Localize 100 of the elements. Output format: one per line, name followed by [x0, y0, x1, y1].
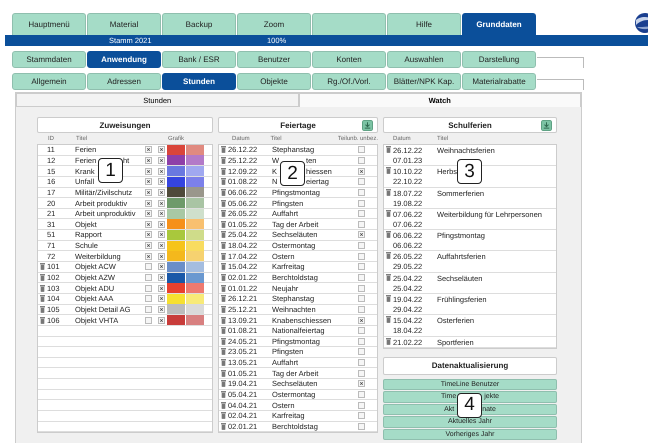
checkbox[interactable] [158, 178, 165, 186]
tab[interactable]: Stammdaten [12, 51, 86, 68]
checkbox[interactable] [145, 242, 152, 250]
checkbox[interactable] [358, 412, 365, 420]
trash-icon[interactable] [221, 391, 226, 398]
trash-icon[interactable] [386, 146, 391, 153]
checkbox[interactable] [145, 316, 152, 324]
checkbox[interactable] [158, 220, 165, 228]
checkbox[interactable] [145, 306, 152, 313]
checkbox[interactable] [358, 359, 365, 366]
trash-icon[interactable] [221, 295, 226, 302]
tab[interactable]: Objekte [237, 73, 311, 90]
tab[interactable]: Material [87, 13, 161, 35]
tab[interactable]: Materialrabatte [462, 73, 536, 90]
trash-icon[interactable] [40, 316, 45, 324]
checkbox[interactable] [145, 231, 152, 238]
trash-icon[interactable] [221, 200, 226, 207]
checkbox[interactable] [358, 306, 365, 313]
checkbox[interactable] [358, 168, 365, 175]
trash-icon[interactable] [221, 263, 226, 270]
checkbox[interactable] [358, 274, 365, 281]
checkbox[interactable] [145, 274, 152, 281]
checkbox[interactable] [358, 370, 365, 377]
checkbox[interactable] [358, 295, 365, 302]
tab[interactable]: Blätter/NPK Kap. [387, 73, 461, 90]
checkbox[interactable] [358, 263, 365, 270]
trash-icon[interactable] [221, 168, 226, 175]
trash-icon[interactable] [221, 327, 226, 334]
checkbox[interactable] [158, 242, 165, 250]
tab[interactable]: Darstellung [462, 51, 536, 68]
checkbox[interactable] [158, 316, 165, 324]
download-icon[interactable] [362, 120, 373, 131]
trash-icon[interactable] [386, 252, 391, 260]
tab[interactable]: Stunden [162, 73, 236, 90]
trash-icon[interactable] [221, 348, 226, 356]
trash-icon[interactable] [221, 412, 226, 420]
trash-icon[interactable] [221, 380, 226, 388]
checkbox[interactable] [145, 178, 152, 186]
trash-icon[interactable] [386, 274, 391, 281]
trash-icon[interactable] [221, 338, 226, 345]
checkbox[interactable] [145, 168, 152, 175]
tab[interactable]: Hilfe [387, 13, 461, 35]
checkbox[interactable] [145, 146, 152, 154]
checkbox[interactable] [358, 284, 365, 292]
trash-icon[interactable] [221, 316, 226, 324]
tab[interactable]: Konten [312, 51, 386, 68]
trash-icon[interactable] [221, 242, 226, 250]
checkbox[interactable] [158, 210, 165, 218]
tab[interactable]: Zoom [237, 13, 311, 35]
checkbox[interactable] [358, 146, 365, 154]
trash-icon[interactable] [221, 220, 226, 228]
trash-icon[interactable] [40, 306, 45, 313]
trash-icon[interactable] [386, 188, 391, 196]
trash-icon[interactable] [386, 210, 391, 217]
trash-icon[interactable] [221, 306, 226, 313]
trash-icon[interactable] [221, 284, 226, 292]
checkbox[interactable] [158, 263, 165, 270]
checkbox[interactable] [145, 284, 152, 292]
tab[interactable]: Anwendung [87, 51, 161, 68]
trash-icon[interactable] [386, 338, 391, 345]
checkbox[interactable] [145, 263, 152, 270]
checkbox[interactable] [358, 252, 365, 260]
trash-icon[interactable] [40, 295, 45, 302]
checkbox[interactable] [358, 156, 365, 164]
trash-icon[interactable] [221, 210, 226, 218]
trash-icon[interactable] [221, 252, 226, 260]
checkbox[interactable] [158, 156, 165, 164]
checkbox[interactable] [145, 210, 152, 218]
checkbox[interactable] [158, 306, 165, 313]
checkbox[interactable] [358, 391, 365, 398]
trash-icon[interactable] [386, 295, 391, 302]
checkbox[interactable] [358, 348, 365, 356]
tab[interactable]: Rg./Of./Vorl. [312, 73, 386, 90]
trash-icon[interactable] [221, 178, 226, 186]
tab[interactable]: Allgemein [12, 73, 86, 90]
checkbox[interactable] [358, 178, 365, 186]
checkbox[interactable] [158, 146, 165, 154]
trash-icon[interactable] [221, 274, 226, 281]
checkbox[interactable] [145, 295, 152, 302]
tab[interactable]: Auswahlen [387, 51, 461, 68]
trash-icon[interactable] [221, 422, 226, 430]
checkbox[interactable] [158, 252, 165, 260]
checkbox[interactable] [145, 252, 152, 260]
trash-icon[interactable] [221, 146, 226, 154]
tab[interactable]: Bank / ESR [162, 51, 236, 68]
checkbox[interactable] [145, 220, 152, 228]
checkbox[interactable] [158, 295, 165, 302]
checkbox[interactable] [158, 231, 165, 238]
trash-icon[interactable] [221, 359, 226, 366]
trash-icon[interactable] [221, 370, 226, 377]
checkbox[interactable] [358, 338, 365, 345]
checkbox[interactable] [145, 156, 152, 164]
checkbox[interactable] [158, 188, 165, 196]
download-icon[interactable] [541, 120, 552, 131]
trash-icon[interactable] [386, 167, 391, 174]
trash-icon[interactable] [221, 402, 226, 409]
checkbox[interactable] [145, 188, 152, 196]
tab[interactable]: Benutzer [237, 51, 311, 68]
tab[interactable]: Backup [162, 13, 236, 35]
checkbox[interactable] [158, 274, 165, 281]
